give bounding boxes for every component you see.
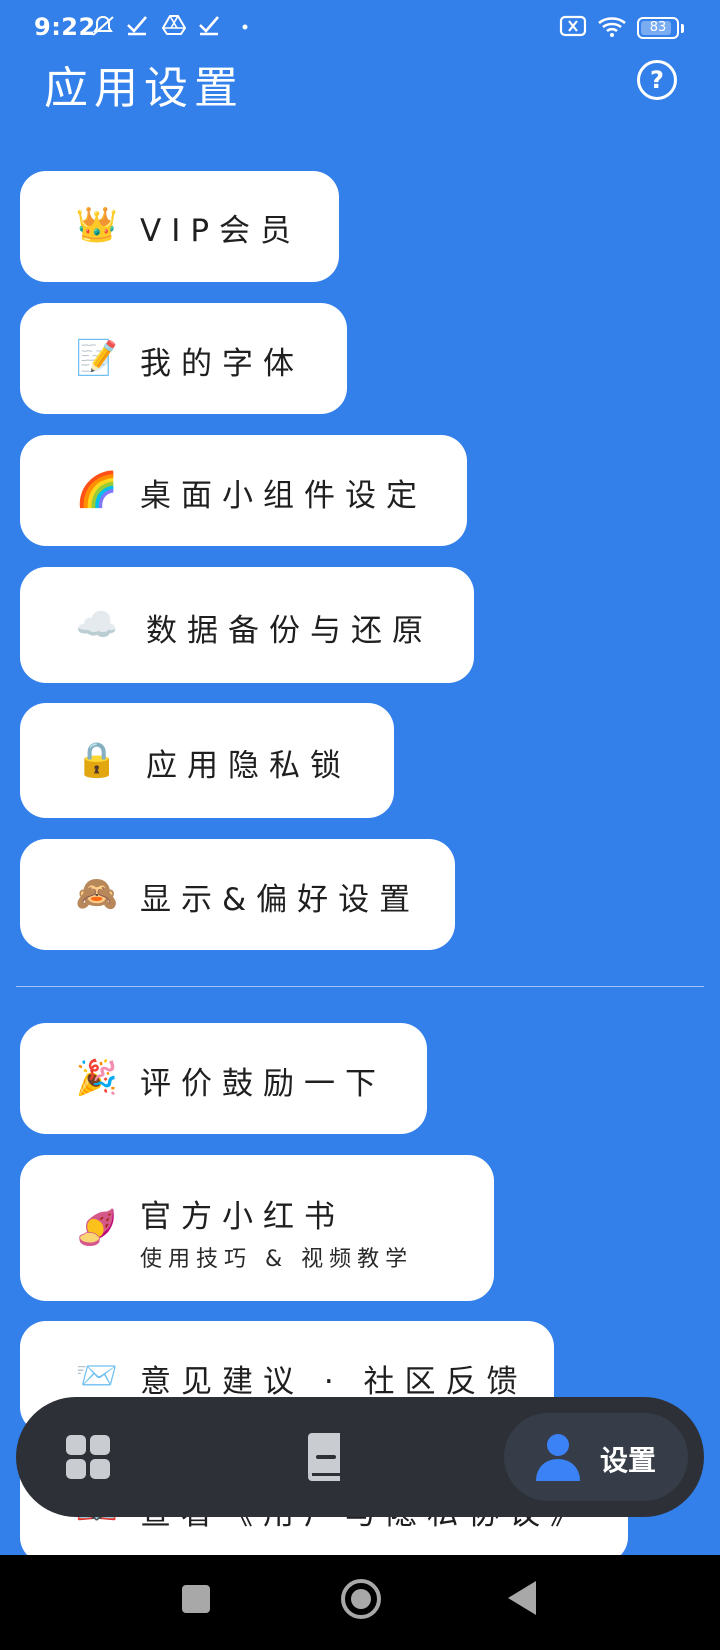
wifi-icon [597,14,627,42]
mute-icon [90,14,114,38]
rainbow-icon: 🌈 [75,470,119,510]
person-icon [536,1433,580,1485]
menu-item-widget-settings[interactable]: 🌈 桌面小组件设定 [20,435,467,546]
menu-item-sublabel: 使用技巧 & 视频教学 [140,1247,414,1272]
system-nav-bar [0,1555,720,1650]
menu-item-label: 应用隐私锁 [146,748,351,784]
tab-book[interactable] [302,1433,346,1481]
sweet-potato-icon: 🍠 [75,1208,119,1248]
bottom-tab-bar: 设置 [16,1397,704,1517]
menu-item-xiaohongshu[interactable]: 🍠 官方小红书 使用技巧 & 视频教学 [20,1155,494,1301]
status-time: 9:22 [34,13,96,41]
status-notification-icons [90,14,258,38]
page-title: 应用设置 [44,63,244,114]
menu-item-rate-app[interactable]: 🎉 评价鼓励一下 [20,1023,427,1134]
drive-icon [161,14,187,38]
menu-item-label: 显示&偏好设置 [140,882,421,918]
menu-item-backup-restore[interactable]: ☁️ 数据备份与还原 [20,567,474,683]
memo-icon: 📝 [75,338,119,378]
menu-item-vip[interactable]: 👑 VIP会员 [20,171,339,282]
envelope-icon: 📨 [75,1356,119,1396]
crown-icon: 👑 [75,205,119,245]
menu-item-privacy-lock[interactable]: 🔒 应用隐私锁 [20,703,394,818]
help-icon: ? [650,66,664,94]
tab-settings-label: 设置 [600,1444,657,1477]
menu-item-my-fonts[interactable]: 📝 我的字体 [20,303,347,414]
tab-grid[interactable] [66,1435,110,1479]
lock-icon: 🔒 [75,740,119,780]
check-icon-2 [198,14,222,38]
menu-item-display-preferences[interactable]: 🙈 显示&偏好设置 [20,839,455,950]
battery-icon: 83 [637,17,679,39]
status-bar: 9:22 83 [0,0,720,54]
back-icon[interactable] [508,1581,536,1615]
sim-x-icon [559,15,587,41]
battery-level: 83 [649,20,667,35]
status-system-icons: 83 [559,14,684,42]
help-button[interactable]: ? [637,60,677,100]
dot-icon [234,14,258,38]
menu-item-label: 评价鼓励一下 [140,1066,386,1102]
menu-item-label: 官方小红书 [140,1199,345,1235]
menu-item-label: 数据备份与还原 [146,613,433,649]
menu-item-label: VIP会员 [140,213,302,249]
check-icon [126,14,150,38]
menu-item-label: 意见建议 · 社区反馈 [140,1364,528,1400]
home-icon[interactable] [341,1579,381,1619]
cloud-icon: ☁️ [75,605,119,645]
section-divider [16,986,704,987]
book-icon [302,1433,346,1485]
party-popper-icon: 🎉 [75,1058,119,1098]
see-no-evil-icon: 🙈 [75,874,119,914]
tab-settings[interactable]: 设置 [504,1413,688,1501]
recent-apps-icon[interactable] [182,1585,210,1613]
menu-item-label: 我的字体 [140,346,304,382]
menu-item-label: 桌面小组件设定 [140,478,427,514]
